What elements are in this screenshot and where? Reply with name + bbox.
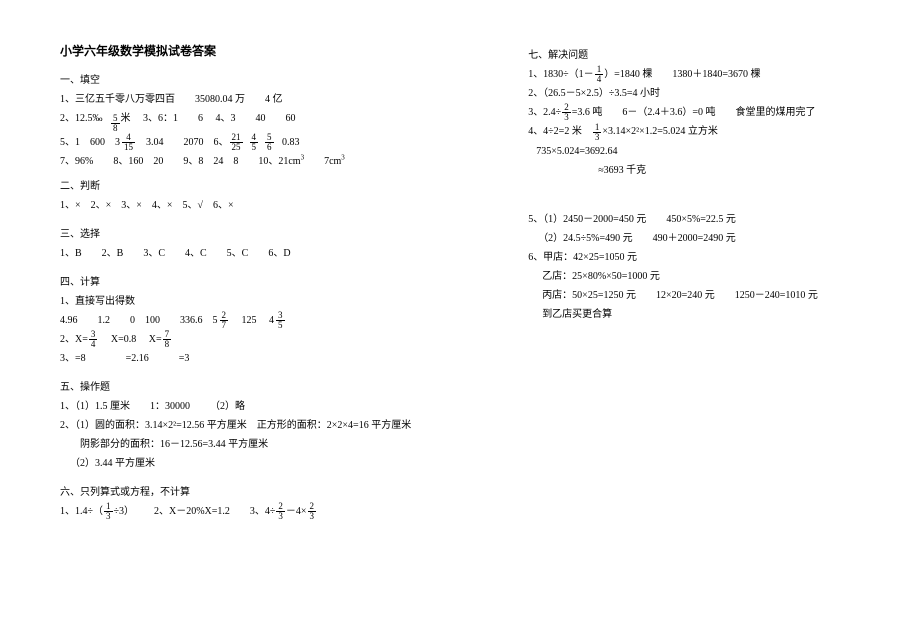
s1-l3b: 3.04 2070 <box>146 137 204 148</box>
s7-l4b: ×3.14×2²×1.2=5.024 立方米 <box>602 126 718 137</box>
s6-l1b: ÷3） 2、X－20%X=1.2 3、4÷ <box>114 506 276 517</box>
s3-head: 三、选择 <box>60 225 458 244</box>
s7-l7b: （2）24.5÷5%=490 元 490＋2000=2490 元 <box>528 229 860 248</box>
s1-l4u1: cm <box>288 156 300 167</box>
s1-head: 一、填空 <box>60 71 458 90</box>
s7-l1a: 1、1830÷（1－ <box>528 69 594 80</box>
s7-l7a: 5、（1）2450－2000=450 元 450×5%=22.5 元 <box>528 210 860 229</box>
s3-l1: 1、B 2、B 3、C 4、C 5、C 6、D <box>60 244 458 263</box>
s1-l2b: 米 <box>121 113 131 124</box>
s7-l3a: 3、2.4÷ <box>528 107 561 118</box>
s7-l3b: =3.6 吨 6－（2.4＋3.6）=0 吨 食堂里的煤用完了 <box>572 107 816 118</box>
s7-l11: 到乙店买更合算 <box>528 305 860 324</box>
s7-l4: 4、4÷2=2 米 13×3.14×2²×1.2=5.024 立方米 <box>528 122 860 141</box>
s4-l2a: 2、X= <box>60 334 88 345</box>
s6-l1c: －4× <box>286 506 307 517</box>
s4-l1a: 4.96 1.2 0 100 336.6 <box>60 315 203 326</box>
s1-l4sp: 7 <box>304 156 329 167</box>
s4-l2: 2、X=34 X=0.8 X=78 <box>60 330 458 349</box>
s1-l2: 2、12.5‰ 58米 3、6：1 6 4、3 40 60 <box>60 109 458 133</box>
s6-head: 六、只列算式或方程，不计算 <box>60 483 458 502</box>
s7-l3: 3、2.4÷23=3.6 吨 6－（2.4＋3.6）=0 吨 食堂里的煤用完了 <box>528 103 860 122</box>
s5-head: 五、操作题 <box>60 378 458 397</box>
s2-head: 二、判断 <box>60 177 458 196</box>
s4-l3: 3、=8 =2.16 =3 <box>60 349 458 368</box>
s1-l4: 7、96% 8、160 20 9、8 24 8 10、21cm3 7cm3 <box>60 152 458 171</box>
s7-head: 七、解决问题 <box>528 46 860 65</box>
s5-l4: （2）3.44 平方厘米 <box>60 454 458 473</box>
s7-l8: 6、甲店：42×25=1050 元 <box>528 248 860 267</box>
s4-head: 四、计算 <box>60 273 458 292</box>
s1-l4u2: cm <box>329 156 341 167</box>
s7-l4a: 4、4÷2=2 米 <box>528 126 592 137</box>
s1-l3: 5、1 600 3415 3.04 2070 6、2125 45 56 0.83 <box>60 133 458 152</box>
s1-l3d: 0.83 <box>282 137 300 148</box>
s4-l1: 4.96 1.2 0 100 336.6 527 125 435 <box>60 311 458 330</box>
s1-l2d: 4、3 40 60 <box>216 113 296 124</box>
s7-l1: 1、1830÷（1－14）=1840 棵 1380＋1840=3670 棵 <box>528 65 860 84</box>
s7-l6: ≈3693 千克 <box>528 161 860 180</box>
s5-l3: 阴影部分的面积：16－12.56=3.44 平方厘米 <box>60 435 458 454</box>
s5-l1: 1、（1）1.5 厘米 1：30000 （2）略 <box>60 397 458 416</box>
s1-l1: 1、三亿五千零八万零四百 35080.04 万 4 亿 <box>60 90 458 109</box>
s1-l2c: 3、6：1 6 <box>143 113 203 124</box>
s4-l1b: 125 <box>242 315 257 326</box>
s7-l1b: ）=1840 棵 1380＋1840=3670 棵 <box>604 69 760 80</box>
s4-l2c: X= <box>149 334 162 345</box>
s7-l2: 2、（26.5－5×2.5）÷3.5=4 小时 <box>528 84 860 103</box>
s7-l5: 735×5.024=3692.64 <box>528 142 860 161</box>
s4-sub1: 1、直接写出得数 <box>60 292 458 311</box>
s7-l9: 乙店：25×80%×50=1000 元 <box>528 267 860 286</box>
s1-l2a: 2、12.5‰ <box>60 113 103 124</box>
s2-l1: 1、× 2、× 3、× 4、× 5、√ 6、× <box>60 196 458 215</box>
s1-l3a: 5、1 600 <box>60 137 105 148</box>
doc-title: 小学六年级数学模拟试卷答案 <box>60 40 458 63</box>
s1-l3c: 6、 <box>214 137 229 148</box>
s5-l2: 2、（1）圆的面积：3.14×2²=12.56 平方厘米 正方形的面积：2×2×… <box>60 416 458 435</box>
s4-l2b: X=0.8 <box>111 334 136 345</box>
s1-l4t: 7、96% 8、160 20 9、8 24 8 10、21 <box>60 156 288 167</box>
s7-l10: 丙店：50×25=1250 元 12×20=240 元 1250－240=101… <box>528 286 860 305</box>
s6-l1: 1、1.4÷（13÷3） 2、X－20%X=1.2 3、4÷23－4×23 <box>60 502 458 521</box>
s6-l1a: 1、1.4÷（ <box>60 506 103 517</box>
